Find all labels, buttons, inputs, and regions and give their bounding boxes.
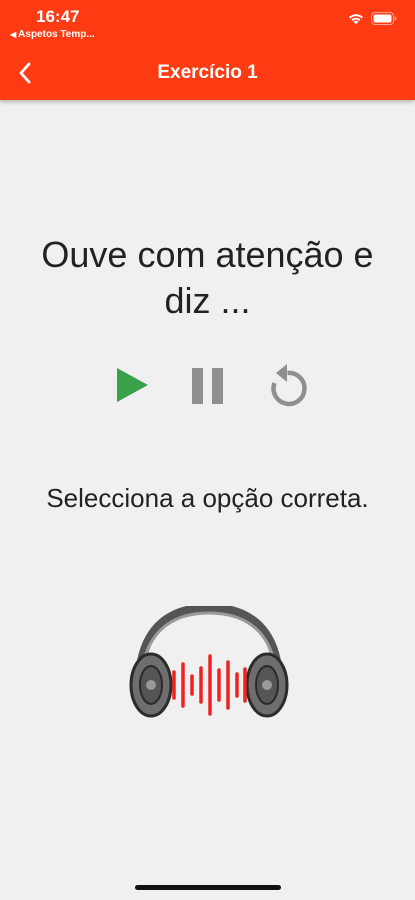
page-title: Exercício 1 <box>157 62 258 83</box>
pause-icon <box>192 368 223 404</box>
headphones-icon <box>127 603 291 725</box>
status-back-label: Aspetos Temp... <box>18 29 95 40</box>
status-back-to-app[interactable]: ◀ Aspetos Temp... <box>10 29 95 40</box>
wifi-icon <box>348 13 364 25</box>
replay-button[interactable] <box>262 362 314 419</box>
status-time: 16:47 <box>36 7 80 26</box>
exercise-prompt: Ouve com atenção e diz ... <box>41 234 374 321</box>
play-icon <box>117 368 148 402</box>
battery-icon <box>371 12 397 25</box>
status-icons <box>348 12 397 25</box>
back-triangle-icon: ◀ <box>10 30 17 39</box>
audio-controls <box>0 362 415 412</box>
instruction-text: Selecciona a opção correta. <box>46 483 369 513</box>
app-bar: 16:47 ◀ Aspetos Temp... Exercício 1 <box>0 0 415 100</box>
play-button[interactable] <box>112 362 152 413</box>
pause-button[interactable] <box>190 362 226 413</box>
replay-icon <box>271 364 307 407</box>
home-indicator[interactable] <box>135 885 281 890</box>
